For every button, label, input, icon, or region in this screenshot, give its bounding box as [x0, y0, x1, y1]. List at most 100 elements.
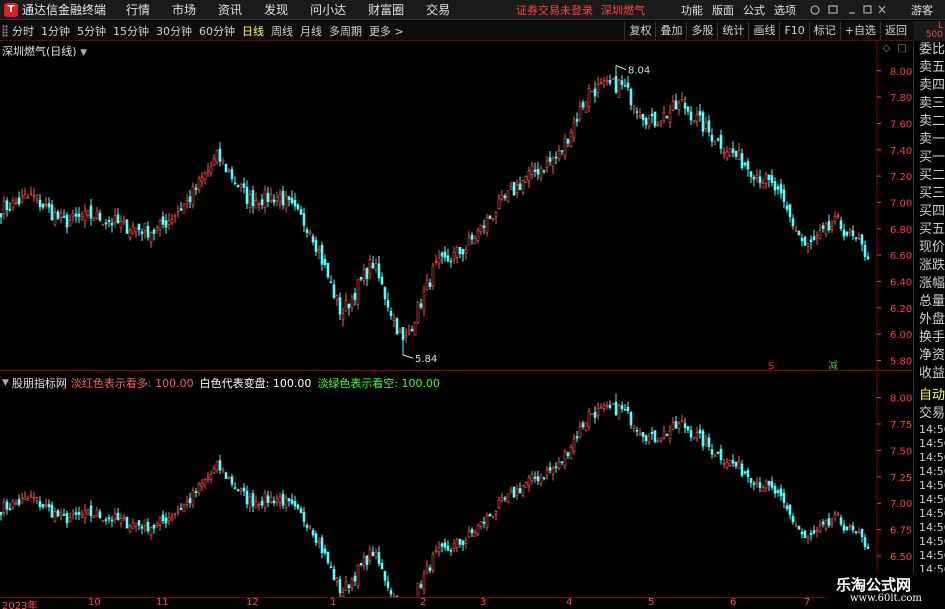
- menu-news[interactable]: 资讯: [218, 1, 242, 18]
- chart-title: 深圳燃气(日线) ▼: [2, 43, 87, 59]
- period-monthly[interactable]: 月线: [300, 23, 322, 39]
- chevron-down-icon[interactable]: ▼: [80, 48, 87, 58]
- candle: [731, 141, 735, 158]
- auto-label[interactable]: 自动: [914, 387, 945, 405]
- candle: [380, 559, 384, 570]
- candle: [386, 292, 390, 312]
- candle: [803, 235, 807, 246]
- period-timeshare[interactable]: 分时: [12, 23, 34, 39]
- mark-button[interactable]: 标记: [808, 21, 840, 40]
- multi-stock-button[interactable]: 多股: [686, 21, 717, 40]
- candle: [239, 487, 243, 495]
- candle: [863, 533, 867, 551]
- candle: [551, 156, 555, 175]
- candle: [287, 196, 291, 207]
- candle: [218, 142, 222, 167]
- candle: [44, 196, 48, 210]
- guest-user[interactable]: 游客: [911, 2, 933, 18]
- menu-function[interactable]: 功能: [681, 2, 703, 18]
- period-multi[interactable]: 多周期: [329, 23, 362, 39]
- indicator-chart[interactable]: 8.007.757.507.257.006.756.506.25 ▼ 股朋指标网…: [0, 373, 913, 597]
- candle: [617, 78, 621, 98]
- period-5min[interactable]: 5分钟: [77, 23, 106, 39]
- period-30min[interactable]: 30分钟: [156, 23, 192, 39]
- candle: [671, 417, 675, 430]
- statistics-button[interactable]: 统计: [717, 21, 748, 40]
- candle: [65, 211, 69, 234]
- add-watchlist-button[interactable]: +自选: [839, 21, 880, 40]
- candle: [665, 115, 669, 120]
- menu-formula[interactable]: 公式: [743, 2, 765, 18]
- candle: [302, 507, 306, 527]
- high-price-label: 8.04: [628, 65, 650, 76]
- candle: [518, 176, 522, 191]
- chevron-down-icon[interactable]: ▼: [2, 378, 9, 388]
- candle: [170, 512, 174, 522]
- time-label: 3: [480, 597, 487, 608]
- menu-wealth-circle[interactable]: 财富圈: [368, 1, 404, 18]
- candle: [425, 273, 429, 291]
- menu-ask-xiaoda[interactable]: 问小达: [310, 1, 346, 18]
- menu-discover[interactable]: 发现: [264, 1, 288, 18]
- candle: [32, 491, 36, 503]
- candle: [107, 216, 111, 228]
- candle: [254, 192, 258, 209]
- candle: [377, 546, 381, 567]
- menu-quotes[interactable]: 行情: [126, 1, 150, 18]
- candle: [407, 324, 411, 336]
- candle: [161, 510, 165, 525]
- overlay-button[interactable]: 叠加: [655, 21, 686, 40]
- candle: [668, 104, 672, 128]
- candle: [41, 203, 45, 210]
- main-kline-chart[interactable]: 8.00 7.80 7.60 7.40 7.20 7.00 6.80 6.60 6.40 6.20…: [0, 41, 913, 371]
- candle: [167, 212, 171, 230]
- candle: [623, 78, 627, 87]
- period-daily[interactable]: 日线: [242, 23, 264, 39]
- candle: [281, 185, 285, 210]
- candle: [296, 203, 300, 211]
- menu-options[interactable]: 选项: [774, 2, 796, 18]
- quote-field: 卖二: [919, 114, 945, 129]
- candle: [389, 307, 393, 320]
- candle: [446, 248, 450, 263]
- fullscreen-icon[interactable]: □: [898, 43, 907, 54]
- sub-tick-label: 7.25: [890, 473, 912, 484]
- quote-field-list: 委比 卖五 卖四 卖三 卖二 卖一 买一 买二 买三 买四 买五 现价 涨跌 涨幅 总量 外盘 换手 净资 收益: [914, 41, 945, 383]
- time-label: 1: [330, 597, 337, 608]
- candle: [263, 185, 267, 214]
- sub-tick-label: 8.00: [890, 394, 912, 405]
- candle: [554, 151, 558, 165]
- candle: [755, 169, 759, 184]
- period-15min[interactable]: 15分钟: [113, 23, 149, 39]
- candle: [677, 421, 681, 434]
- candle: [65, 510, 69, 529]
- candle: [752, 480, 756, 491]
- f10-button[interactable]: F10: [779, 21, 808, 40]
- grip-handle-icon[interactable]: [2, 24, 8, 37]
- candle: [2, 498, 6, 517]
- candle: [248, 189, 252, 214]
- period-60min[interactable]: 60分钟: [199, 23, 235, 39]
- period-more[interactable]: 更多 >: [369, 23, 404, 39]
- candle: [53, 207, 57, 227]
- time-axis: 2023年 10 11 12 1 2 3 4 5 6 7: [0, 597, 913, 609]
- price-tick-label: 8.00: [890, 67, 912, 78]
- menu-market[interactable]: 市场: [172, 1, 196, 18]
- period-1min[interactable]: 1分钟: [41, 23, 70, 39]
- candle: [851, 521, 855, 534]
- period-weekly[interactable]: 周线: [271, 23, 293, 39]
- menu-layout[interactable]: 版面: [712, 2, 734, 18]
- menu-trade[interactable]: 交易: [426, 1, 450, 18]
- candle: [146, 518, 150, 534]
- candle: [50, 501, 54, 518]
- diamond-icon[interactable]: ◇: [883, 43, 891, 54]
- candle: [476, 227, 480, 244]
- candle: [740, 459, 744, 478]
- login-status[interactable]: 证券交易未登录: [516, 2, 593, 18]
- draw-line-button[interactable]: 画线: [748, 21, 779, 40]
- back-button[interactable]: 返回: [880, 21, 911, 40]
- app-title: 通达信金融终端: [22, 3, 107, 17]
- adjust-button[interactable]: 复权: [624, 21, 655, 40]
- candle: [419, 298, 423, 310]
- candle: [200, 478, 204, 492]
